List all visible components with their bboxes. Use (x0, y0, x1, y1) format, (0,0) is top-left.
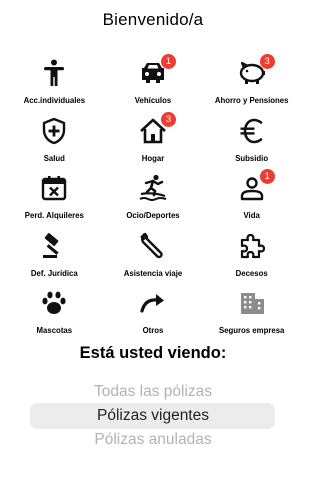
person-icon (39, 58, 69, 88)
tile-label: Salud (43, 153, 65, 163)
shield-plus-icon (39, 116, 69, 146)
tile-label: Subsidio (235, 153, 269, 163)
tile-label: Vehículos (134, 96, 172, 105)
picker-option-todas[interactable]: Todas las pólizas (0, 383, 306, 401)
tile-decesos[interactable]: Decesos (202, 227, 301, 285)
notification-badge: 3 (259, 54, 275, 69)
viewing-title: Está usted viendo: (79, 344, 227, 362)
user-icon: 1 (237, 169, 275, 203)
tile-label: Decesos (235, 268, 268, 278)
tile-mascotas[interactable]: Mascotas (5, 284, 104, 342)
paw-icon (39, 288, 69, 318)
insurance-category-grid: Acc.individuales 1 Vehículos 3 Ahorro y … (5, 54, 301, 342)
home-icon: 3 (138, 111, 176, 146)
picker-option-anuladas[interactable]: Pólizas anuladas (0, 431, 306, 449)
tile-label: Hogar (141, 153, 165, 163)
page-title: Bienvenido/a (102, 10, 204, 29)
gavel-icon (39, 231, 69, 261)
tile-vida[interactable]: 1 Vida (202, 169, 301, 227)
notification-badge: 1 (259, 169, 275, 184)
tile-label: Ahorro y Pensiones (214, 96, 289, 105)
tile-ahorro-pensiones[interactable]: 3 Ahorro y Pensiones (202, 54, 301, 112)
piggy-bank-icon: 3 (237, 54, 275, 88)
tile-seguros-empresa[interactable]: Seguros empresa (202, 284, 301, 342)
building-icon (237, 288, 267, 318)
notification-badge: 1 (160, 54, 176, 69)
tile-acc-individuales[interactable]: Acc.individuales (5, 54, 104, 112)
tile-hogar[interactable]: 3 Hogar (104, 111, 203, 170)
tile-label: Ocio/Deportes (126, 211, 180, 220)
tile-salud[interactable]: Salud (5, 112, 104, 170)
tile-label: Otros (142, 326, 164, 335)
tile-perd-alquileres[interactable]: Perd. Alquileres (5, 169, 104, 227)
tile-otros[interactable]: Otros (104, 284, 203, 342)
tile-label: Perd. Alquileres (24, 211, 84, 220)
tile-asistencia-viaje[interactable]: Asistencia viaje (104, 227, 203, 285)
puzzle-icon (237, 231, 267, 261)
tile-label: Acc.individuales (23, 96, 86, 105)
calendar-x-icon (39, 173, 69, 203)
tile-def-juridica[interactable]: Def. Jurídica (5, 227, 104, 285)
car-icon: 1 (138, 54, 176, 88)
surfer-icon (138, 173, 168, 203)
tile-vehiculos[interactable]: 1 Vehículos (104, 54, 203, 112)
tile-label: Asistencia viaje (123, 268, 183, 278)
tile-subsidio[interactable]: Subsidio (202, 112, 301, 170)
tile-ocio-deportes[interactable]: Ocio/Deportes (104, 169, 203, 227)
tile-label: Def. Jurídica (30, 268, 78, 278)
wrench-icon (138, 231, 168, 261)
tile-label: Vida (243, 211, 260, 220)
picker-option-vigentes[interactable]: Pólizas vigentes (0, 407, 306, 425)
euro-icon (237, 116, 267, 146)
tile-label: Seguros empresa (218, 326, 285, 335)
notification-badge: 3 (160, 111, 176, 127)
curved-arrow-icon (138, 288, 168, 318)
tile-label: Mascotas (36, 326, 73, 335)
